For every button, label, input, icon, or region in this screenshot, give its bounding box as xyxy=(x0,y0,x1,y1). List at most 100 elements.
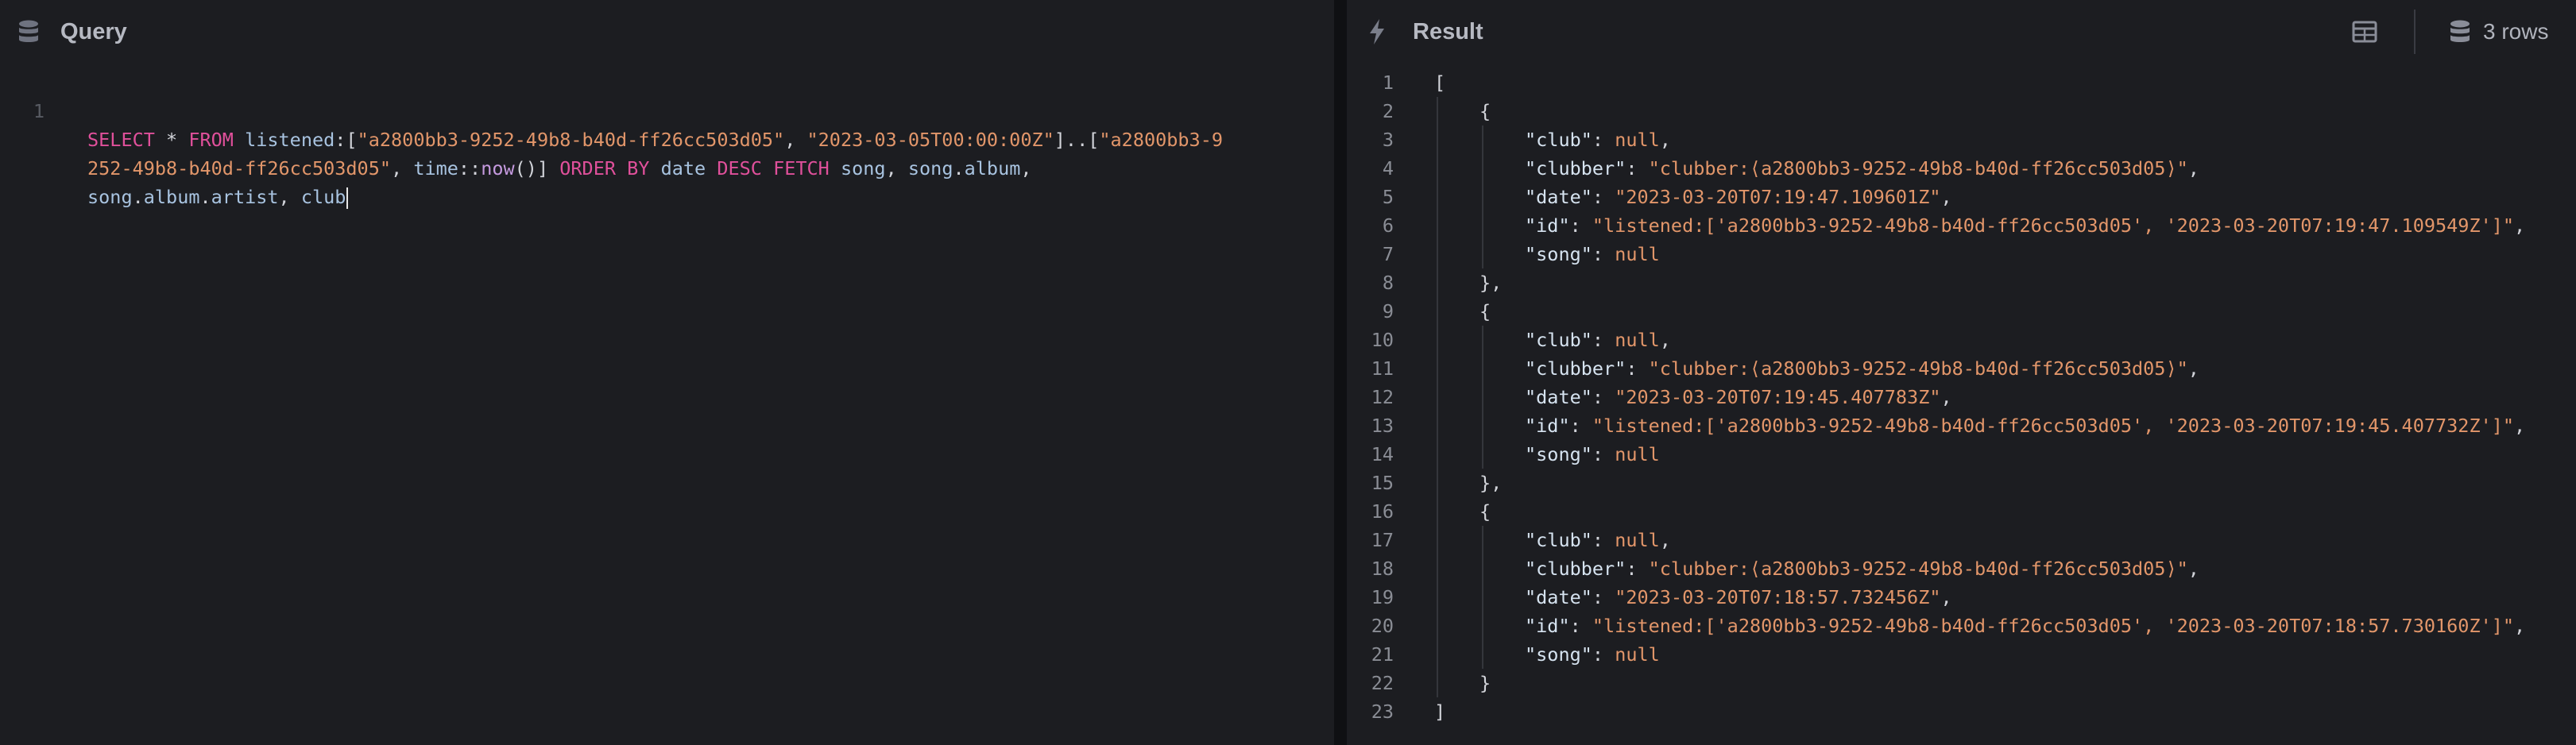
query-line[interactable]: song.album.artist, club xyxy=(0,125,1334,209)
result-line: 13 "id": "listened:['a2800bb3-9252-49b8-b… xyxy=(1347,411,2576,440)
query-token: date xyxy=(660,157,706,179)
result-panel-header: Result 3 rows xyxy=(1347,0,2576,64)
result-value: "2023-03-20T07:19:45.407783Z" xyxy=(1615,386,1941,408)
query-token xyxy=(649,157,660,179)
result-line: 5 "date": "2023-03-20T07:19:47.109601Z", xyxy=(1347,183,2576,211)
line-number: 23 xyxy=(1371,701,1394,723)
result-token: : xyxy=(1569,615,1592,637)
line-number: 15 xyxy=(1371,472,1394,494)
result-code: }, xyxy=(1479,268,1502,297)
query-token: DESC FETCH xyxy=(717,157,830,179)
table-view-toggle[interactable] xyxy=(2349,17,2381,47)
query-token: . xyxy=(953,157,965,179)
result-code: "clubber": "clubber:⟨a2800bb3-9252-49b8-… xyxy=(1525,154,2199,183)
query-token: , xyxy=(1020,157,1032,179)
table-icon xyxy=(2352,21,2377,43)
result-line: 16 { xyxy=(1347,497,2576,526)
query-editor[interactable]: 1 SELECT * FROM listened:["a2800bb3-9252… xyxy=(0,68,1334,745)
result-line: 23] xyxy=(1347,697,2576,726)
row-count-label: 3 rows xyxy=(2483,19,2549,44)
query-token: , xyxy=(391,157,414,179)
result-line: 20 "id": "listened:['a2800bb3-9252-49b8-b… xyxy=(1347,612,2576,640)
result-token: : xyxy=(1592,329,1615,351)
result-token: , xyxy=(2187,157,2199,179)
query-token: . xyxy=(132,186,144,208)
query-line[interactable]: 252-49b8-b40d-ff26cc503d05", time::now()… xyxy=(0,97,1334,179)
result-code: "club": null, xyxy=(1525,526,1671,554)
result-token: , xyxy=(1659,529,1671,551)
result-token: "song" xyxy=(1525,643,1592,666)
line-number: 12 xyxy=(1371,386,1394,408)
result-token: : xyxy=(1569,415,1592,437)
result-line: 2{ xyxy=(1347,97,2576,125)
query-token: album xyxy=(964,157,1021,179)
line-number: 14 xyxy=(1371,443,1394,465)
app-window: Query 1 SELECT * FROM listened:["a2800bb… xyxy=(0,0,2576,745)
line-number: 2 xyxy=(1382,100,1394,122)
result-line: 12 "date": "2023-03-20T07:19:45.407783Z", xyxy=(1347,383,2576,411)
result-code: "song": null xyxy=(1525,640,1660,669)
result-line: 17 "club": null, xyxy=(1347,526,2576,554)
result-token: { xyxy=(1479,100,1491,122)
result-line: 22} xyxy=(1347,669,2576,697)
result-value: "listened:['a2800bb3-9252-49b8-b40d-ff26… xyxy=(1592,214,2515,237)
result-token: : xyxy=(1592,643,1615,666)
result-value: null xyxy=(1615,529,1660,551)
result-token: "clubber" xyxy=(1525,558,1626,580)
query-code-line[interactable]: song.album.artist, club xyxy=(87,183,349,211)
result-token: : xyxy=(1592,443,1615,465)
result-line: 7 "song": null xyxy=(1347,240,2576,268)
query-code-line[interactable]: 252-49b8-b40d-ff26cc503d05", time::now()… xyxy=(87,154,1032,183)
result-line: 19 "date": "2023-03-20T07:18:57.732456Z", xyxy=(1347,583,2576,612)
line-number: 5 xyxy=(1382,186,1394,208)
result-token: { xyxy=(1479,300,1491,322)
query-line[interactable]: 1 SELECT * FROM listened:["a2800bb3-9252… xyxy=(0,68,1334,151)
line-number: 11 xyxy=(1371,357,1394,380)
lightning-icon xyxy=(1363,17,1391,46)
result-value: "clubber:⟨a2800bb3-9252-49b8-b40d-ff26cc… xyxy=(1648,157,2188,179)
query-panel-title: Query xyxy=(60,19,127,44)
result-token: , xyxy=(2514,214,2526,237)
line-number: 18 xyxy=(1371,558,1394,580)
database-icon xyxy=(14,17,43,46)
result-token: "club" xyxy=(1525,529,1592,551)
result-token: , xyxy=(1940,186,1952,208)
result-code: "id": "listened:['a2800bb3-9252-49b8-b40… xyxy=(1525,211,2525,240)
line-number: 21 xyxy=(1371,643,1394,666)
panel-resize-handle[interactable] xyxy=(1334,0,1347,745)
line-number: 7 xyxy=(1382,243,1394,265)
result-token: : xyxy=(1592,243,1615,265)
result-token: "clubber" xyxy=(1525,157,1626,179)
result-value: "2023-03-20T07:19:47.109601Z" xyxy=(1615,186,1941,208)
result-token: : xyxy=(1626,157,1649,179)
result-token: "id" xyxy=(1525,615,1570,637)
result-line: 10 "club": null, xyxy=(1347,326,2576,354)
result-line: 9{ xyxy=(1347,297,2576,326)
result-line: 18 "clubber": "clubber:⟨a2800bb3-9252-49b… xyxy=(1347,554,2576,583)
result-token: , xyxy=(2187,357,2199,380)
result-value: "listened:['a2800bb3-9252-49b8-b40d-ff26… xyxy=(1592,615,2515,637)
line-number: 3 xyxy=(1382,129,1394,151)
query-token: song xyxy=(87,186,133,208)
result-token: }, xyxy=(1479,472,1503,494)
query-token: song xyxy=(907,157,953,179)
query-token: time xyxy=(413,157,458,179)
result-token: : xyxy=(1592,186,1615,208)
result-line: 4 "clubber": "clubber:⟨a2800bb3-9252-49b8… xyxy=(1347,154,2576,183)
indent-guide xyxy=(1482,125,1483,268)
result-code: "date": "2023-03-20T07:19:47.109601Z", xyxy=(1525,183,1952,211)
line-number: 17 xyxy=(1371,529,1394,551)
result-token: : xyxy=(1592,586,1615,608)
result-value: null xyxy=(1615,443,1660,465)
result-code: "id": "listened:['a2800bb3-9252-49b8-b40… xyxy=(1525,411,2525,440)
result-token: : xyxy=(1592,386,1615,408)
result-line: 21 "song": null xyxy=(1347,640,2576,669)
result-token: { xyxy=(1479,500,1491,523)
result-code: "date": "2023-03-20T07:18:57.732456Z", xyxy=(1525,583,1952,612)
result-token: , xyxy=(2514,615,2526,637)
result-code: { xyxy=(1479,297,1491,326)
query-token: now xyxy=(481,157,515,179)
result-viewer[interactable]: 1[2{3 "club": null, 4 "clubber": "clubber:⟨… xyxy=(1347,68,2576,745)
query-token: 252-49b8-b40d-ff26cc503d05" xyxy=(87,157,392,179)
result-token: , xyxy=(1940,386,1952,408)
